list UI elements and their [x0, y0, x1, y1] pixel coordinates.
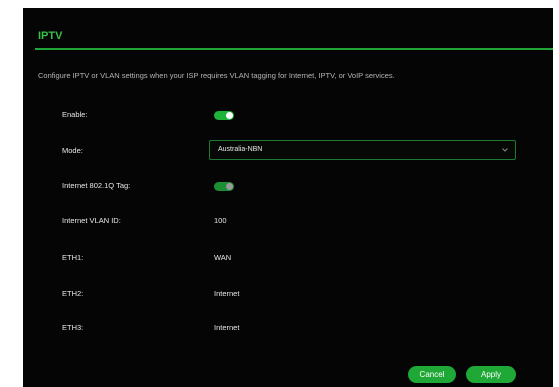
vlan-id-value: 100 [214, 216, 227, 225]
mode-label: Mode: [62, 146, 83, 155]
iptv-panel: IPTV Configure IPTV or VLAN settings whe… [23, 8, 553, 387]
vlan-id-label: Internet VLAN ID: [62, 216, 121, 225]
apply-button[interactable]: Apply [466, 366, 516, 383]
eth3-value: Internet [214, 323, 240, 332]
eth2-value: Internet [214, 289, 240, 298]
title-divider [35, 48, 553, 50]
internet-tag-label: Internet 802.1Q Tag: [62, 181, 131, 190]
eth1-value: WAN [214, 253, 232, 262]
eth1-label: ETH1: [62, 253, 84, 262]
mode-selected-value: Australia-NBN [218, 146, 263, 153]
mode-select[interactable]: Australia-NBN [209, 140, 516, 160]
eth3-label: ETH3: [62, 323, 84, 332]
enable-label: Enable: [62, 110, 88, 119]
eth2-label: ETH2: [62, 289, 84, 298]
enable-toggle[interactable] [214, 111, 234, 120]
section-title: IPTV [38, 30, 63, 42]
section-description: Configure IPTV or VLAN settings when you… [38, 71, 395, 80]
chevron-down-icon [502, 148, 508, 152]
cancel-button[interactable]: Cancel [408, 366, 456, 383]
toggle-knob [226, 112, 233, 119]
toggle-knob [226, 183, 233, 190]
internet-tag-toggle[interactable] [214, 182, 234, 191]
